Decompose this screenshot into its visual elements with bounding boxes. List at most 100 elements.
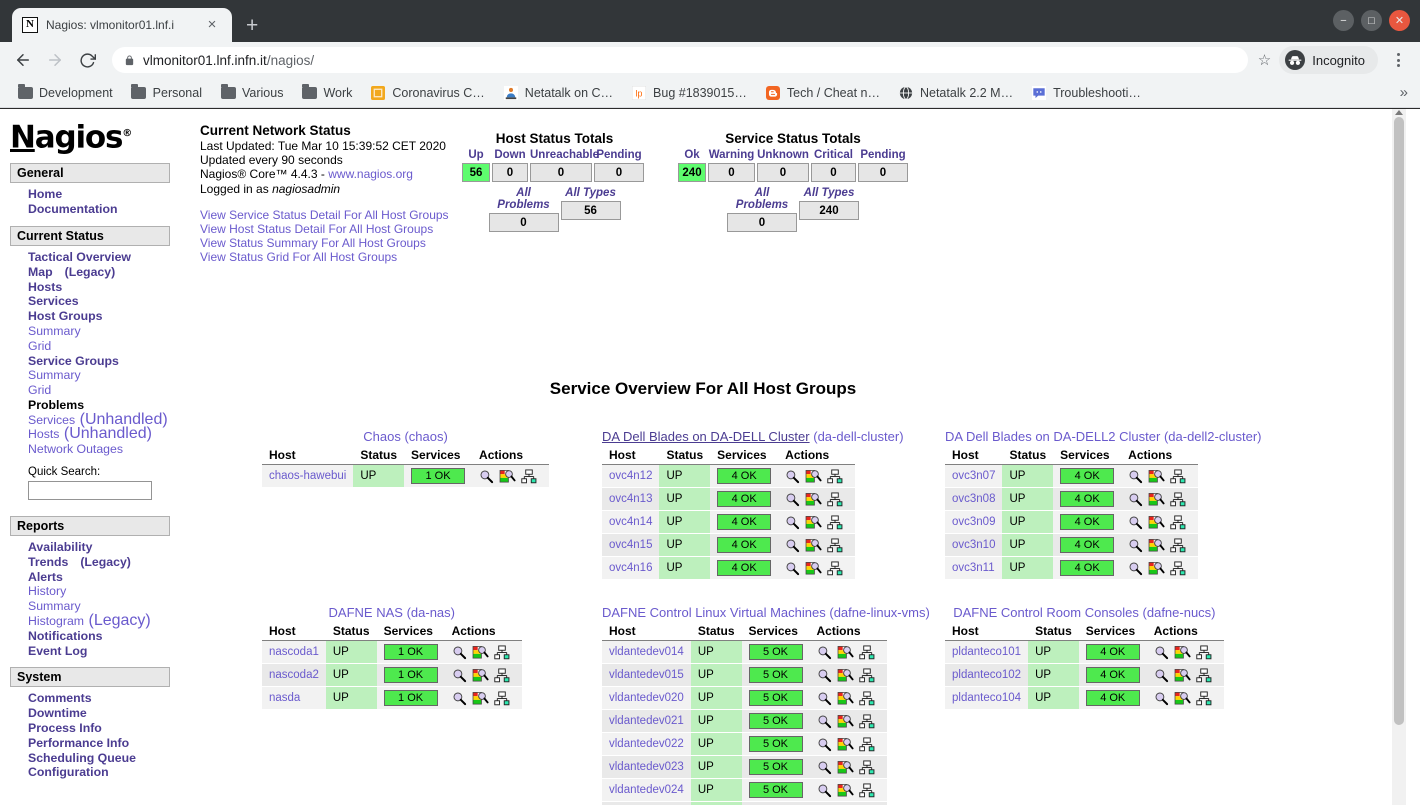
sidebar-link-comments[interactable]: Comments [28, 691, 92, 705]
hostgroup-name[interactable]: DAFNE NAS [329, 605, 403, 620]
status-detail-icon[interactable] [837, 783, 854, 798]
sidebar-item-tactical-overview[interactable]: Tactical Overview [28, 250, 186, 265]
services-ok-badge[interactable]: 4 OK [1085, 644, 1140, 660]
host-link[interactable]: ovc3n08 [952, 493, 995, 505]
sidebar-item-alerts-histogram[interactable]: Histogram (Legacy) [28, 613, 186, 629]
host-tree-icon[interactable] [858, 713, 875, 729]
close-tab-icon[interactable]: × [204, 17, 220, 33]
service-total-value-ok[interactable]: 240 [678, 163, 706, 182]
host-tree-icon[interactable] [1170, 514, 1186, 530]
status-detail-icon[interactable] [499, 469, 516, 484]
services-ok-badge[interactable]: 4 OK [717, 560, 772, 576]
services-ok-badge[interactable]: 4 OK [717, 514, 772, 530]
bookmark-coronavirus[interactable]: Coronavirus C… [363, 82, 491, 104]
services-ok-badge[interactable]: 4 OK [717, 468, 772, 484]
bookmark-tech-cheat-notes[interactable]: Tech / Cheat n… [758, 82, 887, 104]
status-detail-icon[interactable] [837, 691, 854, 706]
sidebar-link-tactical-overview[interactable]: Tactical Overview [28, 250, 131, 264]
service-total-value-warning[interactable]: 0 [708, 163, 755, 182]
status-detail-icon[interactable] [837, 714, 854, 729]
link-service-status-detail[interactable]: View Service Status Detail For All Host … [200, 208, 449, 222]
link-status-grid[interactable]: View Status Grid For All Host Groups [200, 250, 449, 264]
sidebar-item-documentation[interactable]: Documentation [28, 202, 186, 217]
sidebar-link-trends[interactable]: Trends [28, 555, 68, 569]
host-link[interactable]: vldantedev022 [609, 738, 684, 750]
sidebar-link-map-legacy[interactable]: (Legacy) [65, 265, 116, 279]
host-link[interactable]: ovc4n14 [609, 516, 652, 528]
magnifier-icon[interactable] [817, 668, 832, 683]
sidebar-item-event-log[interactable]: Event Log [28, 644, 186, 659]
magnifier-icon[interactable] [1128, 561, 1143, 576]
browser-tab[interactable]: N Nagios: vlmonitor01.lnf.i × [12, 8, 232, 42]
sidebar-link-host-groups[interactable]: Host Groups [28, 309, 102, 323]
status-detail-icon[interactable] [472, 645, 489, 660]
host-tree-icon[interactable] [1196, 644, 1212, 660]
sidebar-item-scheduling-queue[interactable]: Scheduling Queue [28, 751, 186, 766]
host-link[interactable]: nascoda1 [269, 646, 319, 658]
sidebar-item-problems-hosts[interactable]: Hosts (Unhandled) [28, 426, 186, 442]
services-ok-badge[interactable]: 1 OK [383, 690, 438, 706]
services-ok-badge[interactable]: 4 OK [1060, 560, 1115, 576]
magnifier-icon[interactable] [785, 561, 800, 576]
services-ok-badge[interactable]: 1 OK [383, 667, 438, 683]
host-link[interactable]: vldantedev023 [609, 761, 684, 773]
host-link[interactable]: ovc3n11 [952, 562, 995, 574]
magnifier-icon[interactable] [1128, 538, 1143, 553]
status-detail-icon[interactable] [805, 492, 822, 507]
host-tree-icon[interactable] [521, 468, 537, 484]
services-ok-badge[interactable]: 5 OK [748, 690, 803, 706]
sidebar-link-event-log[interactable]: Event Log [28, 644, 87, 658]
sidebar-item-host-groups-grid[interactable]: Grid [28, 339, 186, 354]
sidebar-link-host-groups-grid[interactable]: Grid [28, 339, 51, 353]
services-ok-badge[interactable]: 5 OK [748, 667, 803, 683]
scroll-up-arrow-icon[interactable] [1395, 110, 1403, 115]
host-link[interactable]: vldantedev014 [609, 646, 684, 658]
sidebar-link-alerts[interactable]: Alerts [28, 570, 63, 584]
magnifier-icon[interactable] [817, 714, 832, 729]
host-tree-icon[interactable] [827, 537, 843, 553]
host-tree-icon[interactable] [827, 514, 843, 530]
hostgroup-name[interactable]: Chaos [363, 429, 401, 444]
magnifier-icon[interactable] [817, 783, 832, 798]
host-total-value-up[interactable]: 56 [462, 163, 490, 182]
magnifier-icon[interactable] [1128, 492, 1143, 507]
sidebar-item-service-groups[interactable]: Service Groups [28, 354, 186, 369]
sidebar-link-notifications[interactable]: Notifications [28, 629, 102, 643]
host-link[interactable]: nascoda2 [269, 669, 319, 681]
host-link[interactable]: vldantedev020 [609, 692, 684, 704]
link-host-status-detail[interactable]: View Host Status Detail For All Host Gro… [200, 222, 449, 236]
host-link[interactable]: pldanteco104 [952, 692, 1021, 704]
sidebar-link-scheduling-queue[interactable]: Scheduling Queue [28, 751, 136, 765]
magnifier-icon[interactable] [817, 691, 832, 706]
status-detail-icon[interactable] [472, 691, 489, 706]
magnifier-icon[interactable] [452, 691, 467, 706]
host-tree-icon[interactable] [858, 690, 875, 706]
services-ok-badge[interactable]: 4 OK [717, 537, 772, 553]
host-link[interactable]: pldanteco102 [952, 669, 1021, 681]
host-link[interactable]: ovc4n12 [609, 470, 652, 482]
sidebar-item-network-outages[interactable]: Network Outages [28, 442, 186, 457]
sidebar-link-alerts-histogram[interactable]: Histogram [28, 614, 84, 628]
host-tree-icon[interactable] [493, 690, 510, 706]
host-tree-icon[interactable] [858, 736, 875, 752]
host-tree-icon[interactable] [1196, 667, 1212, 683]
status-detail-icon[interactable] [1148, 561, 1165, 576]
sidebar-item-configuration[interactable]: Configuration [28, 765, 186, 780]
sidebar-item-host-groups[interactable]: Host Groups [28, 309, 186, 324]
bookmark-launchpad-bug[interactable]: lp Bug #1839015… [624, 82, 754, 104]
services-ok-badge[interactable]: 1 OK [383, 644, 438, 660]
host-link[interactable]: vldantedev015 [609, 669, 684, 681]
host-tree-icon[interactable] [858, 667, 875, 683]
sidebar-link-network-outages[interactable]: Network Outages [28, 442, 123, 456]
bookmark-troubleshooting[interactable]: Troubleshooti… [1024, 82, 1148, 104]
status-detail-icon[interactable] [805, 469, 822, 484]
sidebar-item-performance-info[interactable]: Performance Info [28, 736, 186, 751]
close-window-button[interactable]: ✕ [1389, 10, 1410, 31]
host-total-value-pending[interactable]: 0 [594, 163, 644, 182]
host-tree-icon[interactable] [1170, 468, 1186, 484]
status-detail-icon[interactable] [1148, 492, 1165, 507]
status-detail-icon[interactable] [805, 515, 822, 530]
bookmark-various[interactable]: Various [213, 82, 290, 104]
hostgroup-name[interactable]: DA Dell Blades on DA-DELL Cluster [602, 429, 810, 444]
status-detail-icon[interactable] [1174, 645, 1191, 660]
